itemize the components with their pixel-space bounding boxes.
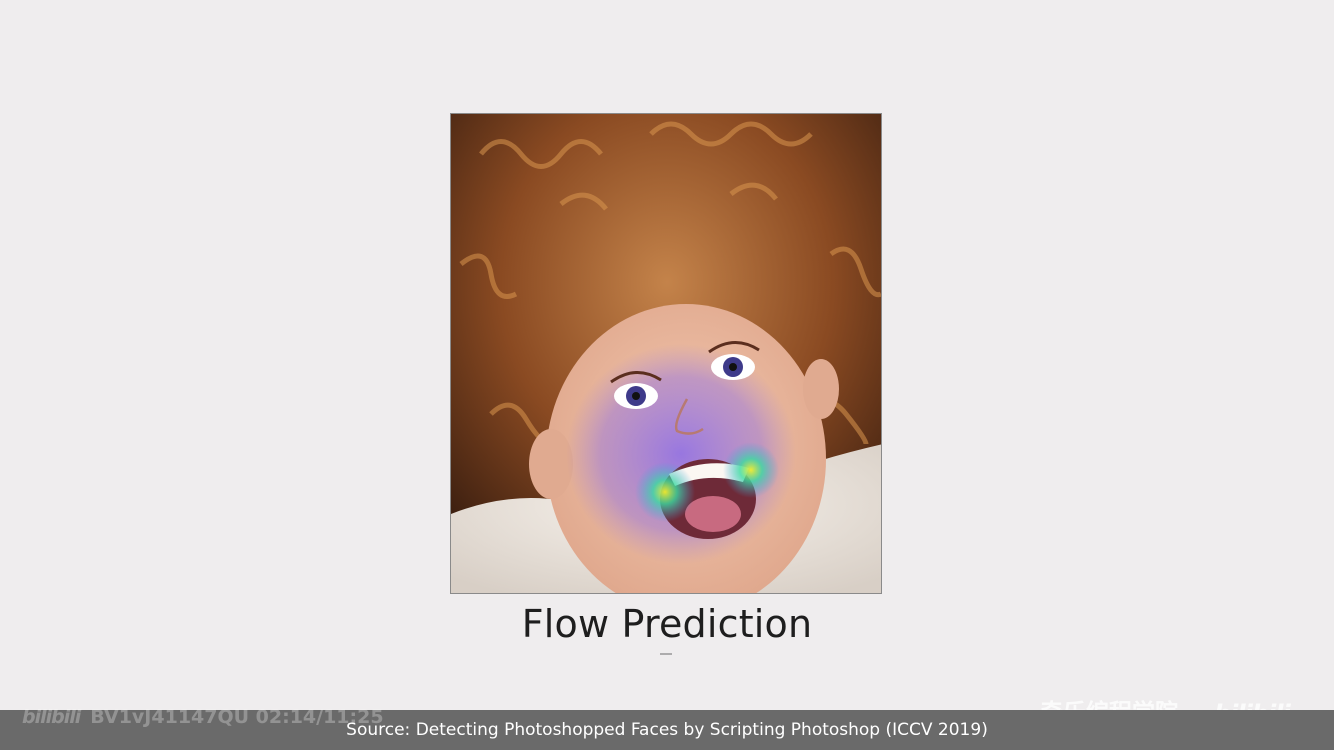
source-citation: Source: Detecting Photoshopped Faces by … — [346, 720, 988, 740]
left-ear — [529, 429, 573, 499]
caption: Flow Prediction — [521, 602, 813, 646]
heatmap-high-right — [723, 442, 779, 498]
face-flow-heatmap-image — [450, 113, 882, 594]
slide: Flow Prediction 奇乐编程学院 bilibili — [0, 0, 1334, 728]
heatmap-high-left — [635, 462, 695, 522]
caption-underline-mark — [660, 653, 672, 655]
heatmap-illustration — [451, 114, 881, 593]
right-ear — [803, 359, 839, 419]
